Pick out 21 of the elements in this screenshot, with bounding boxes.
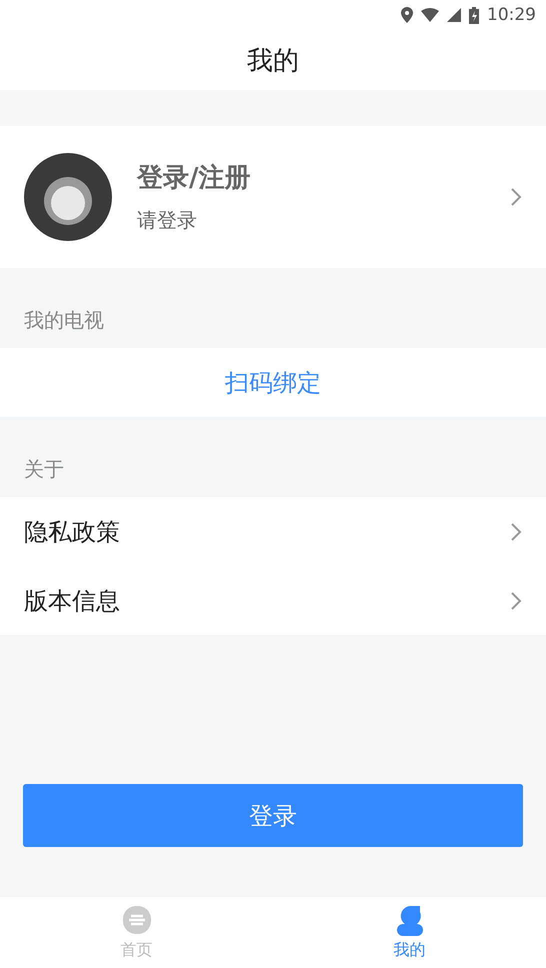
signal-icon xyxy=(447,8,461,22)
tab[interactable]: 我的 xyxy=(273,897,546,968)
section-label: 关于 xyxy=(24,456,64,483)
login-button[interactable]: 登录 xyxy=(23,784,523,847)
scan-bind-row[interactable]: 扫码绑定 xyxy=(0,348,546,417)
tab[interactable]: 首页 xyxy=(0,897,273,968)
profile-name: 登录/注册 xyxy=(137,162,252,195)
profile-card[interactable]: 登录/注册 请登录 xyxy=(0,126,546,268)
profile-subtitle: 请登录 xyxy=(137,207,198,234)
battery-icon xyxy=(469,6,479,24)
wifi-icon xyxy=(421,8,439,22)
section-label: 我的电视 xyxy=(24,307,104,334)
chevron-right-icon xyxy=(510,590,522,610)
menu-item[interactable]: 版本信息 xyxy=(0,566,546,635)
location-icon xyxy=(401,7,413,23)
person-icon xyxy=(396,904,424,936)
page-title: 我的 xyxy=(247,44,299,78)
chevron-right-icon xyxy=(510,522,522,542)
menu-item[interactable]: 隐私政策 xyxy=(0,497,546,566)
chevron-right-icon xyxy=(510,187,522,207)
status-time: 10:29 xyxy=(487,5,536,25)
